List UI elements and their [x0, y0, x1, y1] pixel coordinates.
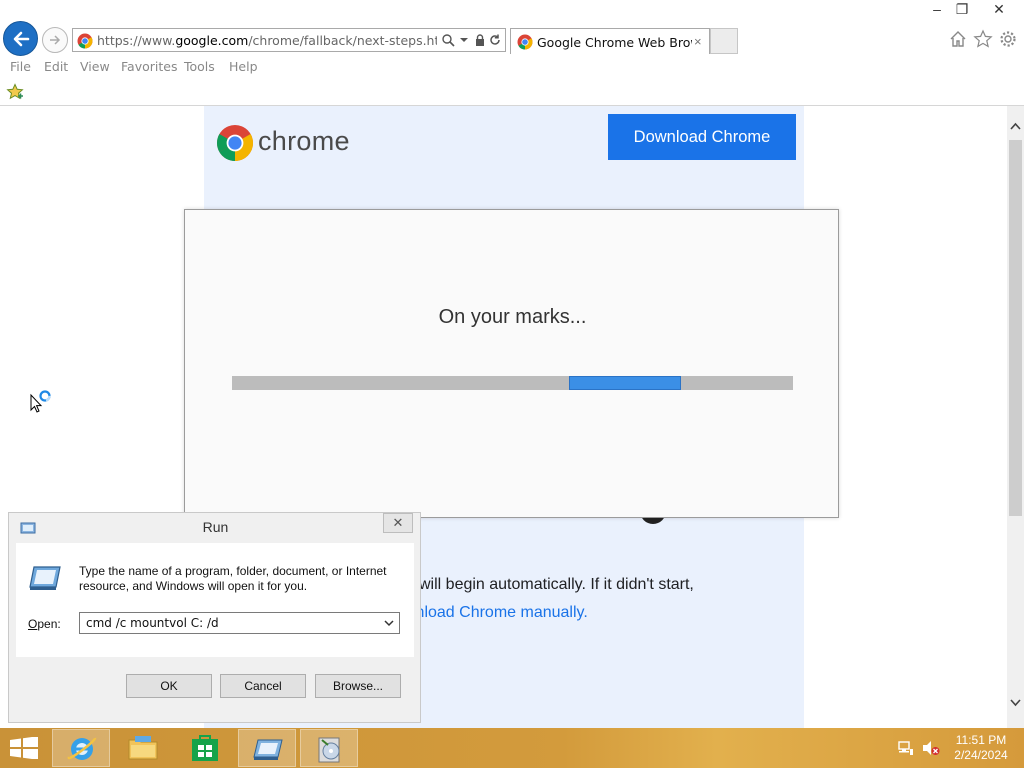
taskbar-installer[interactable]	[300, 729, 358, 767]
chrome-favicon-icon	[77, 33, 93, 49]
installer-progress-bar	[232, 376, 793, 390]
installer-dialog: On your marks...	[184, 209, 839, 518]
clock-time: 11:51 PM	[955, 733, 1007, 747]
favorites-bar	[0, 78, 1024, 106]
refresh-icon[interactable]	[488, 33, 502, 47]
add-favorites-icon[interactable]	[6, 83, 24, 101]
volume-muted-icon[interactable]	[922, 740, 940, 756]
installer-progress-fill	[569, 376, 681, 390]
forward-button[interactable]	[42, 27, 68, 53]
menu-tools[interactable]: Tools	[184, 59, 215, 74]
chrome-favicon-icon	[517, 34, 533, 50]
page-scrollbar[interactable]	[1007, 106, 1024, 728]
menu-file[interactable]: File	[10, 59, 31, 74]
taskbar-store[interactable]	[176, 729, 234, 767]
start-icon[interactable]	[10, 737, 38, 759]
chevron-down-icon[interactable]	[382, 616, 396, 630]
chrome-logo-icon	[216, 125, 254, 161]
cancel-button[interactable]: Cancel	[220, 674, 306, 698]
download-info-text: will begin automatically. If it didn't s…	[419, 576, 694, 593]
taskbar-internet-explorer[interactable]	[52, 729, 110, 767]
run-command-input[interactable]: cmd /c mountvol C: /d	[79, 612, 400, 634]
scroll-down-icon[interactable]	[1009, 696, 1022, 709]
search-icon[interactable]	[441, 33, 455, 47]
back-arrow-icon	[13, 31, 30, 47]
run-description: Type the name of a program, folder, docu…	[79, 564, 387, 593]
home-icon[interactable]	[948, 29, 968, 49]
restore-button[interactable]: ❐	[945, 0, 979, 20]
store-icon	[192, 735, 218, 761]
file-explorer-icon	[128, 736, 158, 760]
run-icon	[253, 739, 283, 760]
taskbar-file-explorer[interactable]	[114, 729, 172, 767]
browser-tab[interactable]: Google Chrome Web Brows... ×	[510, 28, 710, 54]
menu-favorites[interactable]: Favorites	[121, 59, 177, 74]
run-close-button[interactable]: ✕	[383, 513, 413, 533]
favorites-star-icon[interactable]	[973, 29, 993, 49]
browse-button[interactable]: Browse...	[315, 674, 401, 698]
new-tab-button[interactable]	[710, 28, 738, 54]
tab-title: Google Chrome Web Brows...	[537, 35, 692, 50]
clock-date: 2/24/2024	[954, 748, 1008, 762]
download-manually-link[interactable]: wnload Chrome manually.	[404, 604, 588, 622]
scroll-thumb[interactable]	[1009, 140, 1022, 516]
close-window-button[interactable]: ✕	[982, 0, 1016, 20]
run-dialog: Run ✕ Type the name of a program, folder…	[8, 512, 421, 723]
run-open-label: Open:	[28, 617, 61, 631]
tab-close-icon[interactable]: ×	[694, 34, 702, 49]
ok-button[interactable]: OK	[126, 674, 212, 698]
installer-status-text: On your marks...	[438, 306, 587, 328]
taskbar-clock[interactable]: 11:51 PM 2/24/2024	[948, 733, 1014, 763]
menu-bar: File Edit View Favorites Tools Help	[0, 56, 1024, 78]
busy-cursor-icon	[30, 390, 51, 413]
download-chrome-button[interactable]: Download Chrome	[608, 114, 796, 160]
network-icon[interactable]	[898, 740, 914, 756]
menu-edit[interactable]: Edit	[44, 59, 68, 74]
installer-icon	[318, 737, 340, 763]
taskbar-run[interactable]	[238, 729, 296, 767]
menu-view[interactable]: View	[80, 59, 110, 74]
internet-explorer-icon	[67, 736, 97, 760]
run-command-value[interactable]: cmd /c mountvol C: /d	[86, 616, 219, 630]
browser-titlebar: https://www.google.com/chrome/fallback/n…	[0, 0, 1024, 56]
forward-arrow-icon	[50, 35, 61, 45]
dropdown-arrow-icon[interactable]	[457, 33, 471, 47]
address-bar[interactable]: https://www.google.com/chrome/fallback/n…	[72, 28, 506, 52]
back-button[interactable]	[3, 21, 38, 56]
run-program-icon	[29, 566, 61, 590]
scroll-up-icon[interactable]	[1009, 120, 1022, 133]
lock-icon[interactable]	[473, 33, 487, 47]
chrome-wordmark: chrome	[258, 126, 350, 156]
address-url[interactable]: https://www.google.com/chrome/fallback/n…	[97, 33, 437, 48]
menu-help[interactable]: Help	[229, 59, 258, 74]
run-dialog-title: Run	[202, 519, 229, 535]
gear-icon[interactable]	[998, 29, 1018, 49]
taskbar: 11:51 PM 2/24/2024	[0, 728, 1024, 768]
run-dialog-body: Type the name of a program, folder, docu…	[16, 543, 414, 657]
